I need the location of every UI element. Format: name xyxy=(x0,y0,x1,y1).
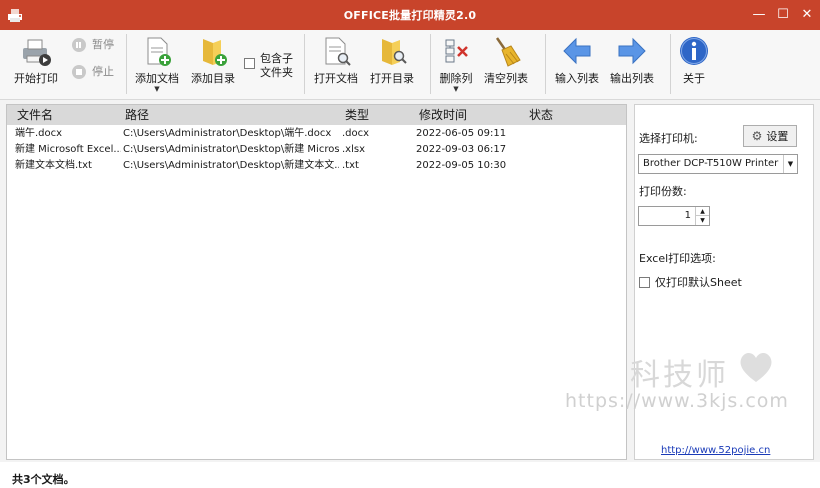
window-title: OFFICE批量打印精灵2.0 xyxy=(343,9,477,22)
default-sheet-label: 仅打印默认Sheet xyxy=(655,276,742,289)
file-list-header: 文件名 路径 类型 修改时间 状态 xyxy=(7,105,626,125)
pause-button[interactable]: 暂停 xyxy=(72,36,114,54)
title-bar: OFFICE批量打印精灵2.0 — ☐ ✕ xyxy=(0,0,820,30)
add-folder-icon xyxy=(203,39,227,66)
dropdown-arrow-icon: ▼ xyxy=(453,85,459,93)
minimize-button[interactable]: — xyxy=(748,4,770,26)
cell-path: C:\Users\Administrator\Desktop\新建文本文... xyxy=(123,160,339,171)
add-document-label: 添加文档 xyxy=(135,72,179,85)
cell-path: C:\Users\Administrator\Desktop\新建 Micros… xyxy=(123,144,339,155)
heart-icon xyxy=(740,352,772,382)
column-header-modified[interactable]: 修改时间 xyxy=(415,105,467,125)
column-header-status[interactable]: 状态 xyxy=(525,105,553,125)
open-directory-label: 打开目录 xyxy=(370,72,414,85)
status-text: 共3个文档。 xyxy=(12,473,75,486)
toolbar-separator xyxy=(304,34,305,94)
settings-label: 设置 xyxy=(766,130,789,143)
copies-label: 打印份数: xyxy=(639,185,687,198)
gear-icon: ⚙ xyxy=(751,129,763,143)
column-header-type[interactable]: 类型 xyxy=(341,105,369,125)
cell-type: .xlsx xyxy=(342,144,366,155)
cell-type: .txt xyxy=(342,160,359,171)
cell-modified: 2022-06-05 09:11 xyxy=(416,128,507,139)
add-directory-label: 添加目录 xyxy=(191,72,235,85)
column-header-path[interactable]: 路径 xyxy=(121,105,149,125)
app-window: OFFICE批量打印精灵2.0 — ☐ ✕ 开始打印 暂停 停止 添加文档 ▼ … xyxy=(0,0,820,488)
cell-modified: 2022-09-03 06:17 xyxy=(416,144,507,155)
broom-icon xyxy=(495,37,521,67)
watermark-title: 科技师 xyxy=(630,358,729,393)
open-document-label: 打开文档 xyxy=(314,72,358,85)
info-icon xyxy=(680,37,708,65)
clear-list-button[interactable]: 清空列表 xyxy=(480,34,532,94)
chevron-down-icon[interactable]: ▼ xyxy=(783,155,797,173)
stop-icon xyxy=(72,65,86,79)
table-row[interactable]: 新建 Microsoft Excel... C:\Users\Administr… xyxy=(7,142,626,158)
printer-settings-button[interactable]: ⚙ 设置 xyxy=(743,125,797,147)
status-bar: 共3个文档。 xyxy=(0,462,820,488)
excel-options-label: Excel打印选项: xyxy=(639,252,716,265)
checkbox-box[interactable] xyxy=(244,58,255,69)
pause-label: 暂停 xyxy=(92,38,114,51)
printer-select-value: Brother DCP-T510W Printer xyxy=(643,158,779,169)
file-list[interactable]: 文件名 路径 类型 修改时间 状态 端午.docx C:\Users\Admin… xyxy=(6,104,627,460)
cell-filename: 新建文本文档.txt xyxy=(15,160,92,171)
open-document-icon xyxy=(325,37,351,66)
table-row[interactable]: 端午.docx C:\Users\Administrator\Desktop\端… xyxy=(7,126,626,142)
toolbar-separator xyxy=(430,34,431,94)
printer-play-icon xyxy=(23,39,51,66)
toolbar-separator xyxy=(670,34,671,94)
open-folder-icon xyxy=(382,39,407,65)
toolbar: 开始打印 暂停 停止 添加文档 ▼ 添加目录 包含子 文件夹 打开文档 打开目录… xyxy=(0,30,820,100)
stop-label: 停止 xyxy=(92,65,114,78)
column-header-filename[interactable]: 文件名 xyxy=(13,105,53,125)
printer-label: 选择打印机: xyxy=(639,132,698,145)
start-print-label: 开始打印 xyxy=(14,72,58,85)
import-list-button[interactable]: 输入列表 xyxy=(552,34,602,94)
open-directory-button[interactable]: 打开目录 xyxy=(366,34,418,94)
printer-select[interactable]: Brother DCP-T510W Printer ▼ xyxy=(638,154,798,174)
spin-down-icon[interactable]: ▼ xyxy=(695,216,709,225)
watermark-url: https://www.3kjs.com xyxy=(565,390,789,412)
cell-filename: 新建 Microsoft Excel... xyxy=(15,144,121,155)
cell-modified: 2022-09-05 10:30 xyxy=(416,160,507,171)
default-sheet-checkbox[interactable]: 仅打印默认Sheet xyxy=(639,276,759,290)
cell-filename: 端午.docx xyxy=(15,128,63,139)
toolbar-separator xyxy=(126,34,127,94)
include-subfolders-label: 包含子 文件夹 xyxy=(260,52,293,79)
arrow-right-icon xyxy=(618,37,646,65)
add-directory-button[interactable]: 添加目录 xyxy=(188,34,238,94)
arrow-left-icon xyxy=(563,37,591,65)
delete-column-label: 删除列 xyxy=(439,72,473,85)
delete-column-button[interactable]: 删除列 ▼ xyxy=(434,34,478,94)
delete-column-icon xyxy=(445,39,468,63)
clear-list-label: 清空列表 xyxy=(484,72,528,85)
copies-stepper[interactable]: 1 ▲ ▼ xyxy=(638,206,710,226)
import-list-label: 输入列表 xyxy=(555,72,599,85)
close-button[interactable]: ✕ xyxy=(796,4,818,26)
add-document-icon xyxy=(147,37,171,66)
cell-type: .docx xyxy=(342,128,370,139)
stop-button[interactable]: 停止 xyxy=(72,63,114,81)
dropdown-arrow-icon: ▼ xyxy=(154,85,160,93)
toolbar-separator xyxy=(545,34,546,94)
table-row[interactable]: 新建文本文档.txt C:\Users\Administrator\Deskto… xyxy=(7,158,626,174)
open-document-button[interactable]: 打开文档 xyxy=(310,34,362,94)
spin-up-icon[interactable]: ▲ xyxy=(695,207,709,216)
copies-value: 1 xyxy=(684,210,691,221)
checkbox-box[interactable] xyxy=(639,277,650,288)
export-list-label: 输出列表 xyxy=(610,72,654,85)
about-label: 关于 xyxy=(683,72,705,85)
website-link[interactable]: http://www.52pojie.cn xyxy=(661,445,770,456)
about-button[interactable]: 关于 xyxy=(676,34,712,94)
export-list-button[interactable]: 输出列表 xyxy=(606,34,658,94)
add-document-button[interactable]: 添加文档 ▼ xyxy=(132,34,182,94)
maximize-button[interactable]: ☐ xyxy=(772,4,794,26)
start-print-button[interactable]: 开始打印 xyxy=(8,34,64,94)
cell-path: C:\Users\Administrator\Desktop\端午.docx xyxy=(123,128,332,139)
pause-icon xyxy=(72,38,86,52)
